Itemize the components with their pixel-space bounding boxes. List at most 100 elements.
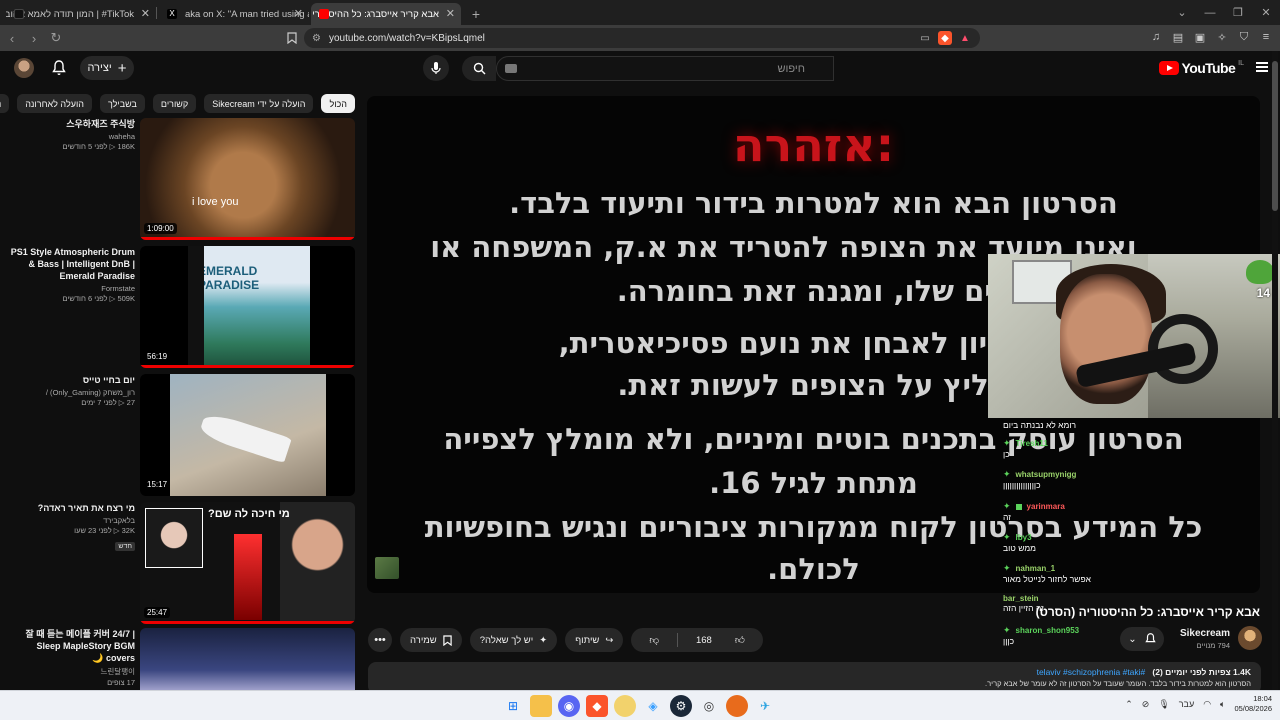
clock[interactable]: 18:04 05/08/2026: [1234, 694, 1272, 714]
dislike-button[interactable]: 👎︎: [631, 628, 677, 652]
maximize-icon[interactable]: ❐: [1224, 0, 1252, 25]
video-title[interactable]: 잘 때 듣는 메이플 커버 24/7 | Sleep MapleStory BG…: [5, 628, 135, 664]
page-scrollbar[interactable]: [1272, 51, 1278, 691]
like-button[interactable]: 168 👍︎: [678, 628, 763, 652]
close-window-icon[interactable]: ✕: [1252, 0, 1280, 25]
video-thumbnail[interactable]: i love you 1:09:00: [140, 118, 355, 240]
video-title[interactable]: מי רצח את תאיר ראדה?: [5, 502, 135, 514]
chip-for-you[interactable]: בשבילך: [100, 94, 145, 113]
search-button[interactable]: [462, 56, 496, 81]
minimize-icon[interactable]: —: [1196, 0, 1224, 25]
new-tab-button[interactable]: +: [465, 3, 487, 25]
forward-icon[interactable]: ›: [24, 28, 44, 48]
channel-name[interactable]: waheha: [5, 132, 135, 141]
video-meta: PS1 Style Atmospheric Drum & Bass | Inte…: [5, 246, 135, 303]
channel-name[interactable]: בלאקבירד: [5, 516, 135, 525]
wallet-icon[interactable]: ▣: [1192, 29, 1208, 45]
video-thumbnail[interactable]: 15:17: [140, 374, 355, 496]
menu-icon[interactable]: ≡: [1258, 29, 1274, 45]
obs-icon[interactable]: ◎: [698, 695, 720, 717]
browser-tab-x[interactable]: X aka on X: "A man tried using an AI-g ✕: [159, 3, 309, 25]
bookmark-icon[interactable]: [282, 28, 302, 48]
brave-shield-icon[interactable]: ◆: [938, 31, 952, 45]
network-icon[interactable]: ⊘: [1142, 699, 1150, 710]
channel-name[interactable]: Formstate: [5, 284, 135, 293]
youtube-logo[interactable]: YouTube IL: [1158, 60, 1244, 76]
telegram-icon[interactable]: ✈: [754, 695, 776, 717]
related-video[interactable]: מי חיכה לה שם? 25:47 מי רצח את תאיר ראדה…: [0, 502, 358, 624]
leo-ai-icon[interactable]: ✧: [1214, 29, 1230, 45]
video-thumbnail[interactable]: [140, 628, 355, 690]
video-title[interactable]: 스우하재즈 주식방: [5, 118, 135, 130]
scrollbar-thumb[interactable]: [1272, 61, 1278, 211]
close-tab-icon[interactable]: ✕: [446, 7, 455, 20]
close-tab-icon[interactable]: ✕: [294, 7, 303, 20]
related-video[interactable]: EMERALD PARADISE 56:19 PS1 Style Atmosph…: [0, 246, 358, 368]
chip-watched[interactable]: נצפו: [0, 94, 10, 113]
app-icon[interactable]: [614, 695, 636, 717]
subscribed-bell-button[interactable]: ⌄: [1120, 627, 1164, 651]
video-title[interactable]: יום בחיי טייס: [5, 374, 135, 386]
plane-image: [170, 374, 326, 496]
language-indicator[interactable]: עבר: [1179, 699, 1194, 709]
channel-name-main[interactable]: Sikecream: [1180, 628, 1230, 639]
browser-tab-tiktok[interactable]: TikTok# | המון תודה לאמא אהובה ✕: [6, 3, 156, 25]
video-thumbnail[interactable]: מי חיכה לה שם? 25:47: [140, 502, 355, 624]
chip-all[interactable]: הכול: [321, 94, 355, 113]
mic-tray-icon[interactable]: 🎙︎: [1158, 699, 1169, 710]
voice-search-button[interactable]: [423, 55, 449, 81]
related-video[interactable]: 15:17 יום בחיי טייס רון_משחק (Only_Gamin…: [0, 374, 358, 496]
video-title[interactable]: PS1 Style Atmospheric Drum & Bass | Inte…: [5, 246, 135, 282]
reload-icon[interactable]: ↻: [46, 28, 66, 48]
chip-related[interactable]: קשורים: [152, 94, 197, 113]
app-icon-2[interactable]: ◈: [642, 695, 664, 717]
app-icon-3[interactable]: [726, 695, 748, 717]
chip-uploaded-by[interactable]: הועלה על ידי Sikecream: [204, 94, 314, 113]
keyboard-icon[interactable]: [505, 64, 517, 73]
account-avatar[interactable]: [14, 58, 34, 78]
youtube-play-icon: [1158, 61, 1179, 75]
hashtags[interactable]: #telaviv #schizophrenia #taki: [1037, 667, 1146, 677]
youtube-logo-text: YouTube: [1181, 60, 1236, 76]
back-icon[interactable]: ‹: [2, 28, 22, 48]
file-explorer-icon[interactable]: [530, 695, 552, 717]
channel-avatar[interactable]: [1238, 626, 1262, 650]
address-bar[interactable]: ⚙ youtube.com/watch?v=KBipsLqmel ▭ ◆ ▲: [304, 28, 980, 48]
brave-rewards-icon[interactable]: ▲: [958, 31, 972, 45]
video-thumbnail[interactable]: EMERALD PARADISE 56:19: [140, 246, 355, 368]
brave-icon[interactable]: ◆: [586, 695, 608, 717]
related-video[interactable]: 잘 때 듣는 메이플 커버 24/7 | Sleep MapleStory BG…: [0, 628, 358, 690]
vpn-icon[interactable]: ⛉: [1236, 29, 1252, 45]
sidebar-icon[interactable]: ▤: [1170, 29, 1186, 45]
volume-icon[interactable]: 🔈︎: [1220, 699, 1225, 710]
browser-tab-youtube[interactable]: אבא קריר אייסברג: כל ההיסטורי ✕: [311, 3, 461, 25]
tab-title: aka on X: "A man tried using an AI-g: [185, 8, 309, 20]
more-actions-button[interactable]: •••: [368, 628, 392, 652]
channel-watermark-icon[interactable]: [375, 557, 399, 579]
related-video[interactable]: i love you 1:09:00 스우하재즈 주식방 waheha 186K…: [0, 118, 358, 240]
chat-username: ✦ Tiresh11: [1003, 438, 1048, 448]
guide-menu-icon[interactable]: [1256, 62, 1268, 72]
search-input[interactable]: חיפוש: [496, 56, 834, 81]
sparkle-icon: ✦: [1003, 501, 1011, 511]
tab-search-icon[interactable]: ⌄: [1168, 0, 1196, 25]
cast-icon[interactable]: ▭: [918, 31, 932, 45]
address-bar-actions: ▭ ◆ ▲: [918, 31, 972, 45]
media-icon[interactable]: ♫: [1148, 29, 1164, 45]
start-windows-icon[interactable]: ⊞: [502, 695, 524, 717]
wifi-icon[interactable]: ◠: [1203, 699, 1211, 710]
discord-icon[interactable]: ◉: [558, 695, 580, 717]
tray-chevron-icon[interactable]: ⌃: [1125, 699, 1133, 710]
channel-name[interactable]: רון_משחק (Only_Gaming) /: [5, 388, 135, 397]
close-tab-icon[interactable]: ✕: [141, 7, 150, 20]
site-info-icon[interactable]: ⚙: [312, 33, 321, 44]
share-button[interactable]: ↪ שיתוף: [565, 628, 624, 652]
save-button[interactable]: שמירה: [400, 628, 462, 652]
notifications-bell-icon[interactable]: [52, 60, 66, 81]
steam-icon[interactable]: ⚙: [670, 695, 692, 717]
channel-row: Sikecream 794 מנויים ⌄: [1040, 624, 1262, 654]
ask-button[interactable]: ✦ יש לך שאלה?: [469, 628, 558, 652]
create-button[interactable]: יצירה +: [80, 56, 134, 80]
chip-recently-uploaded[interactable]: הועלה לאחרונה: [17, 94, 92, 113]
channel-name[interactable]: 느린달팽이: [5, 666, 136, 677]
